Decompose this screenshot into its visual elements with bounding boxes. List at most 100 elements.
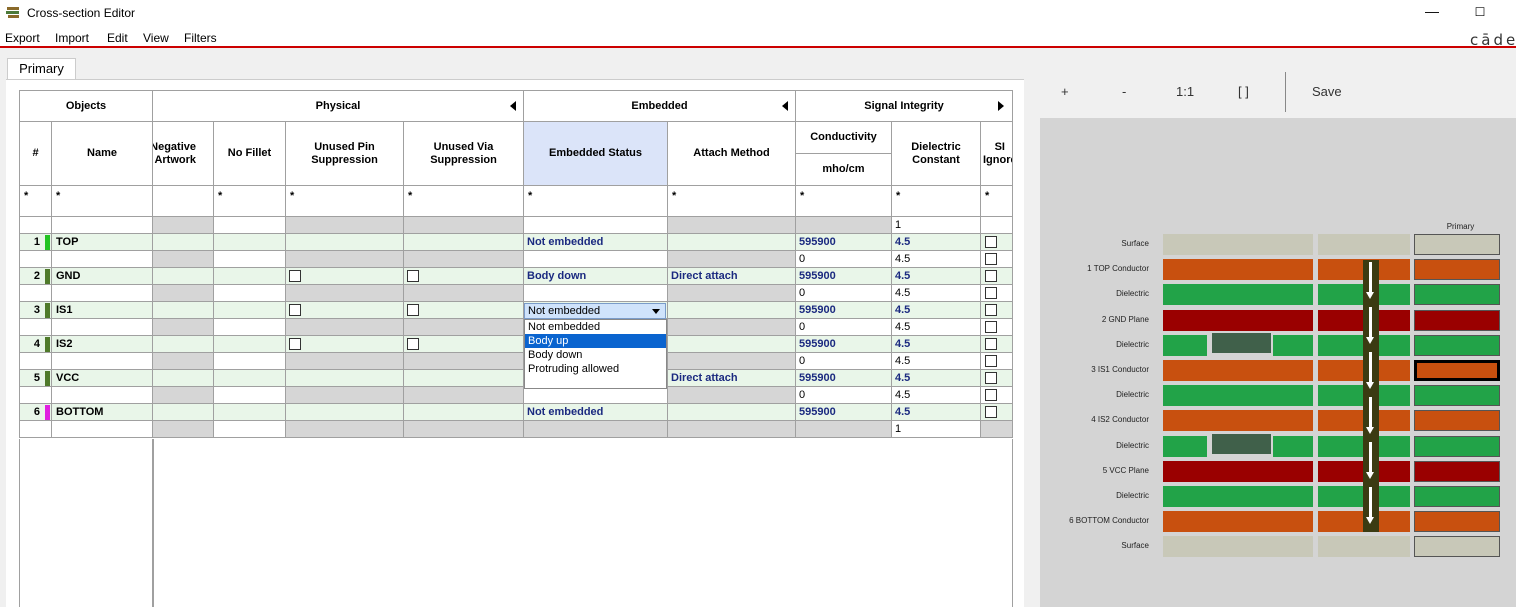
menu-export[interactable]: Export [5, 31, 40, 45]
stackup-layer-block[interactable] [1318, 536, 1410, 558]
dielectric-conductivity-cell[interactable]: 0 [796, 285, 892, 302]
stackup-layer-block[interactable] [1163, 410, 1313, 432]
stackup-layer-block[interactable] [1414, 284, 1500, 306]
col-conductivity[interactable]: Conductivity [796, 122, 892, 154]
stackup-layer-block[interactable] [1414, 334, 1500, 356]
dielectric-conductivity-cell[interactable]: 0 [796, 387, 892, 404]
dielectric-constant-cell[interactable]: 4.5 [892, 302, 981, 319]
col-attach-method[interactable]: Attach Method [668, 122, 796, 186]
attach-method-cell[interactable] [668, 404, 796, 421]
dielectric-constant-cell[interactable]: 4.5 [892, 336, 981, 353]
si-ignore-checkbox[interactable] [985, 236, 997, 248]
menu-import[interactable]: Import [55, 31, 89, 45]
stackup-layer-block[interactable] [1414, 309, 1500, 331]
dielectric-conductivity-cell[interactable]: 0 [796, 353, 892, 370]
si-ignore-checkbox[interactable] [985, 321, 997, 333]
filter-cell[interactable]: * [286, 186, 404, 217]
layer-name[interactable]: GND [52, 268, 153, 285]
dielectric-dk-cell[interactable]: 4.5 [892, 319, 981, 336]
stackup-layer-block[interactable] [1414, 460, 1500, 482]
collapse-left-icon[interactable] [782, 101, 788, 111]
save-button[interactable]: Save [1312, 84, 1342, 99]
si-ignore-checkbox[interactable] [985, 270, 997, 282]
embedded-status-cell[interactable]: Body down [524, 268, 668, 285]
layer-name[interactable]: VCC [52, 370, 153, 387]
dielectric-dk-cell[interactable]: 4.5 [892, 387, 981, 404]
stackup-layer-block[interactable] [1163, 536, 1313, 558]
si-ignore-checkbox[interactable] [985, 287, 997, 299]
dielectric-dk-cell[interactable]: 1 [892, 421, 981, 438]
unused-pin-checkbox[interactable] [289, 338, 301, 350]
collapse-left-icon[interactable] [510, 101, 516, 111]
maximize-button[interactable]: ☐ [1470, 0, 1490, 24]
expand-right-icon[interactable] [998, 101, 1004, 111]
zoom-fit-button[interactable]: [ ] [1238, 84, 1249, 99]
col-name[interactable]: Name [52, 122, 153, 186]
si-ignore-checkbox[interactable] [985, 253, 997, 265]
stackup-layer-block[interactable] [1163, 284, 1313, 306]
dielectric-conductivity-cell[interactable]: 0 [796, 319, 892, 336]
conductivity-cell[interactable]: 595900 [796, 370, 892, 387]
stackup-layer-block[interactable] [1163, 259, 1313, 281]
si-ignore-checkbox[interactable] [985, 304, 997, 316]
unused-via-checkbox[interactable] [407, 270, 419, 282]
stackup-layer-block[interactable] [1414, 435, 1500, 457]
layer-name[interactable]: BOTTOM [52, 404, 153, 421]
col-num[interactable]: # [19, 122, 52, 186]
conductivity-cell[interactable]: 595900 [796, 302, 892, 319]
menu-filters[interactable]: Filters [184, 31, 217, 45]
dropdown-option[interactable]: Body down [525, 348, 666, 362]
dielectric-constant-cell[interactable]: 4.5 [892, 268, 981, 285]
dropdown-option[interactable]: Body up [525, 334, 666, 348]
col-embedded-status[interactable]: Embedded Status [524, 122, 668, 186]
zoom-in-button[interactable]: + [1061, 84, 1069, 99]
stackup-layer-block[interactable] [1318, 234, 1410, 255]
filter-cell[interactable]: * [981, 186, 1013, 217]
unused-via-checkbox[interactable] [407, 304, 419, 316]
stackup-layer-block[interactable] [1163, 460, 1313, 482]
stackup-layer-block[interactable] [1414, 536, 1500, 558]
tab-primary[interactable]: Primary [7, 58, 76, 80]
embedded-component[interactable] [1212, 332, 1271, 353]
stackup-layer-block[interactable] [1414, 385, 1500, 407]
filter-cell[interactable]: * [52, 186, 153, 217]
chevron-down-icon[interactable] [652, 309, 660, 314]
stackup-layer-block[interactable] [1163, 234, 1313, 255]
filter-cell[interactable]: * [404, 186, 524, 217]
conductivity-cell[interactable]: 595900 [796, 268, 892, 285]
dielectric-dk-cell[interactable]: 4.5 [892, 251, 981, 268]
stackup-layer-block[interactable] [1414, 360, 1500, 381]
unused-pin-checkbox[interactable] [289, 270, 301, 282]
minimize-button[interactable]: — [1420, 0, 1444, 24]
group-signal-integrity[interactable]: Signal Integrity [796, 90, 1013, 122]
attach-method-cell[interactable] [668, 336, 796, 353]
col-negative-artwork[interactable]: Negative Artwork [153, 122, 214, 186]
filter-cell[interactable]: * [19, 186, 52, 217]
stackup-layer-block[interactable] [1414, 511, 1500, 533]
stackup-layer-block[interactable] [1163, 360, 1313, 381]
attach-method-cell[interactable]: Direct attach [668, 370, 796, 387]
layer-name[interactable]: TOP [52, 234, 153, 251]
unused-pin-checkbox[interactable] [289, 304, 301, 316]
dielectric-constant-cell[interactable]: 4.5 [892, 370, 981, 387]
si-ignore-checkbox[interactable] [985, 355, 997, 367]
col-si-ignore[interactable]: SI Ignore [981, 122, 1013, 186]
layer-name[interactable]: IS1 [52, 302, 153, 319]
stackup-layer-block[interactable] [1163, 385, 1313, 407]
stackup-layer-block[interactable] [1414, 410, 1500, 432]
embedded-component[interactable] [1212, 433, 1271, 454]
embedded-status-cell[interactable]: Not embedded [524, 404, 668, 421]
conductivity-cell[interactable]: 595900 [796, 336, 892, 353]
si-ignore-checkbox[interactable] [985, 338, 997, 350]
attach-method-cell[interactable] [668, 302, 796, 319]
embedded-status-cell[interactable]: Not embedded [524, 234, 668, 251]
zoom-actual-button[interactable]: 1:1 [1176, 84, 1194, 99]
menu-view[interactable]: View [143, 31, 169, 45]
filter-cell[interactable]: * [214, 186, 286, 217]
stackup-layer-block[interactable] [1414, 486, 1500, 507]
filter-cell[interactable]: * [892, 186, 981, 217]
dielectric-conductivity-cell[interactable] [796, 421, 892, 438]
col-dielectric-constant[interactable]: Dielectric Constant [892, 122, 981, 186]
layer-name[interactable]: IS2 [52, 336, 153, 353]
dielectric-dk-cell[interactable]: 4.5 [892, 353, 981, 370]
